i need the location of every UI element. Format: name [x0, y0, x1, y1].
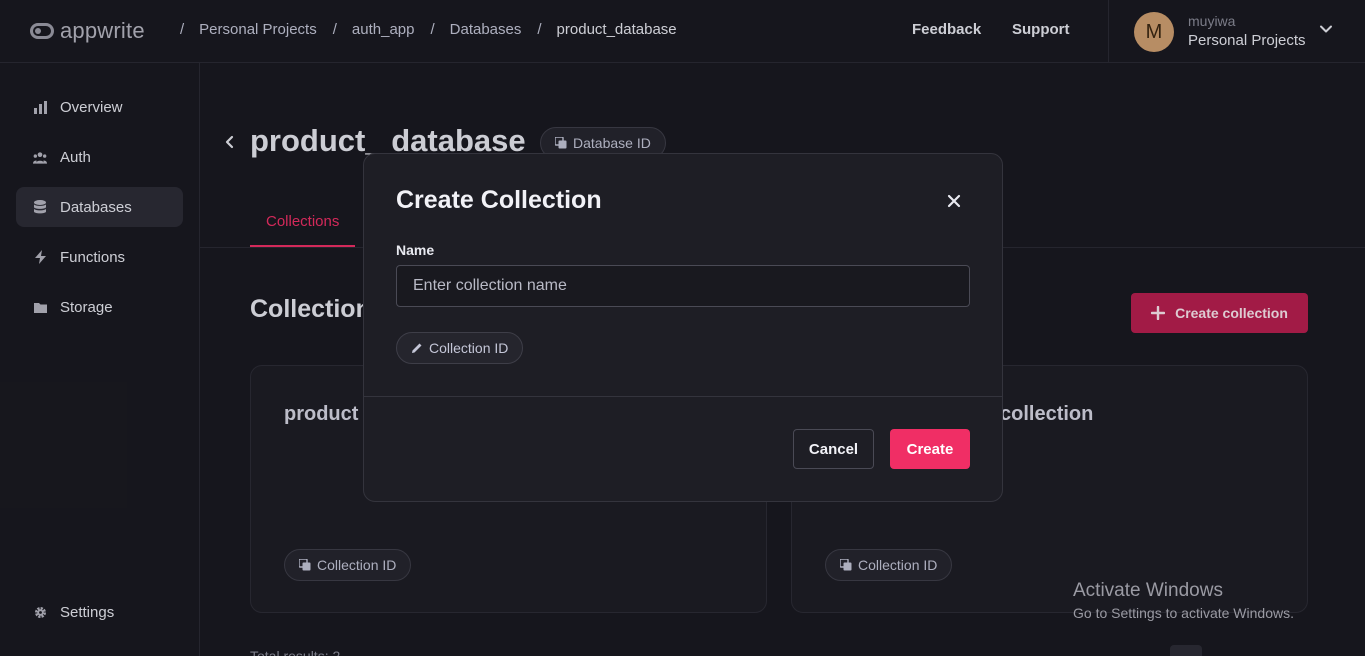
collection-id-button[interactable]: Collection ID [396, 332, 524, 364]
activate-windows-title: Activate Windows [1073, 580, 1223, 601]
modal-divider [364, 396, 1002, 397]
cancel-button[interactable]: Cancel [793, 429, 874, 469]
create-button[interactable]: Create [890, 429, 970, 469]
close-icon[interactable] [946, 193, 962, 209]
collection-id-label: Collection ID [429, 340, 509, 356]
pencil-icon [412, 343, 422, 353]
modal-title: Create Collection [396, 186, 602, 214]
create-collection-modal: Create Collection Name Collection ID Can… [363, 153, 1003, 502]
activate-windows-subtitle: Go to Settings to activate Windows. [1073, 605, 1294, 621]
collection-name-input[interactable] [396, 265, 970, 307]
name-field-label: Name [396, 242, 435, 258]
